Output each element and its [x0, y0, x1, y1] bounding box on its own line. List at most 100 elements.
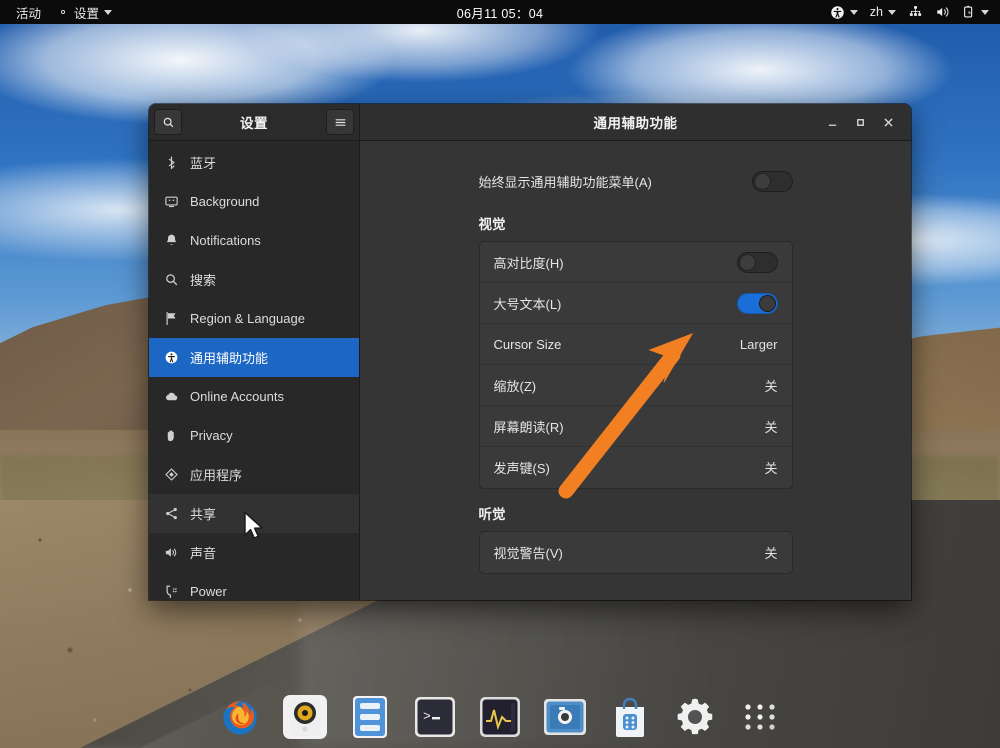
- setting-row-0-2[interactable]: Cursor SizeLarger: [480, 324, 792, 365]
- sidebar-item-3[interactable]: 搜索: [149, 260, 359, 299]
- volume-icon: [935, 5, 950, 19]
- sidebar-item-6[interactable]: Online Accounts: [149, 377, 359, 416]
- sidebar-item-label: Region & Language: [190, 311, 305, 326]
- setting-label: Cursor Size: [494, 337, 562, 352]
- chevron-down-icon: [104, 10, 112, 15]
- sidebar-item-0[interactable]: 蓝牙: [149, 143, 359, 182]
- cloud-icon: [163, 389, 179, 404]
- sidebar-item-label: 蓝牙: [190, 153, 216, 172]
- sidebar-item-2[interactable]: Notifications: [149, 221, 359, 260]
- settings-main-panel: 通用辅助功能 始终显示通用辅助功能菜单(A) 视觉高对比度(H)大号文本(L)C…: [360, 104, 911, 600]
- setting-row-0-1[interactable]: 大号文本(L): [480, 283, 792, 324]
- accessibility-icon: [830, 5, 845, 20]
- sidebar-item-11[interactable]: Power: [149, 572, 359, 600]
- chevron-down-icon: [888, 10, 896, 15]
- setting-row-0-5[interactable]: 发声键(S) 关: [480, 447, 792, 488]
- setting-value: 关: [764, 543, 777, 562]
- power-plug-icon: [163, 584, 179, 599]
- network-indicator[interactable]: [903, 0, 928, 24]
- mouse-cursor: [243, 511, 265, 541]
- sidebar-item-7[interactable]: Privacy: [149, 416, 359, 455]
- system-status-area[interactable]: zh: [825, 0, 994, 24]
- volume-indicator[interactable]: [930, 0, 955, 24]
- dock-item-software-store[interactable]: [608, 695, 652, 739]
- bluetooth-icon: [163, 155, 179, 170]
- app-menu-button[interactable]: 设置: [49, 0, 120, 24]
- section-group-1: 视觉警告(V) 关: [479, 531, 793, 574]
- dock-item-rhythmbox[interactable]: [283, 695, 327, 739]
- svg-text:>: >: [423, 709, 431, 724]
- terminal-icon: >: [413, 695, 457, 739]
- dock-item-terminal[interactable]: >: [413, 695, 457, 739]
- setting-label: 视觉警告(V): [494, 543, 563, 562]
- search-icon: [162, 116, 175, 129]
- setting-label: 缩放(Z): [494, 376, 537, 395]
- search-button[interactable]: [154, 109, 182, 135]
- setting-row-0-4[interactable]: 屏幕朗读(R)关: [480, 406, 792, 447]
- sidebar-item-label: 共享: [190, 504, 216, 523]
- hand-icon: [163, 428, 179, 443]
- minimize-button[interactable]: [825, 115, 839, 129]
- system-monitor-icon: [478, 695, 522, 739]
- sidebar-item-label: 通用辅助功能: [190, 348, 268, 367]
- screenshot-camera-icon: [543, 695, 587, 739]
- dock-item-system-monitor[interactable]: [478, 695, 522, 739]
- dock-item-files[interactable]: [348, 695, 392, 739]
- gnome-top-bar: 活动 设置 06月11 05：04: [0, 0, 1000, 24]
- setting-toggle[interactable]: [737, 293, 778, 314]
- battery-charging-icon: [962, 5, 976, 19]
- section-title-1: 听觉: [479, 503, 793, 523]
- accessibility-menu-button[interactable]: [825, 0, 863, 24]
- sidebar-item-1[interactable]: Background: [149, 182, 359, 221]
- always-show-menu-label: 始终显示通用辅助功能菜单(A): [479, 172, 652, 191]
- activities-button[interactable]: 活动: [8, 0, 49, 24]
- software-store-icon: [608, 695, 652, 739]
- show-applications-icon: [738, 695, 782, 739]
- app-menu-label: 设置: [74, 3, 99, 22]
- sidebar-item-label: 应用程序: [190, 465, 242, 484]
- dock: >: [0, 686, 1000, 748]
- maximize-button[interactable]: [853, 115, 867, 129]
- hamburger-menu-button[interactable]: [326, 109, 354, 135]
- setting-row-1-0[interactable]: 视觉警告(V) 关: [480, 532, 792, 573]
- setting-row-0-0[interactable]: 高对比度(H): [480, 242, 792, 283]
- setting-value: 关: [764, 458, 777, 477]
- keyboard-layout-button[interactable]: zh: [865, 0, 901, 24]
- gear-icon: [57, 6, 69, 18]
- keyboard-layout-label: zh: [870, 5, 883, 19]
- sidebar-header-bar: 设置: [149, 104, 359, 141]
- sidebar-item-label: Privacy: [190, 428, 233, 443]
- sidebar-item-5[interactable]: 通用辅助功能: [149, 338, 359, 377]
- dock-item-screenshot[interactable]: [543, 695, 587, 739]
- dock-item-firefox[interactable]: [218, 695, 262, 739]
- files-icon: [348, 695, 392, 739]
- sidebar-item-label: 声音: [190, 543, 216, 562]
- bell-icon: [163, 233, 179, 248]
- sound-icon: [163, 545, 179, 560]
- setting-label: 发声键(S): [494, 458, 550, 477]
- sidebar-item-label: Notifications: [190, 233, 261, 248]
- flag-icon: [163, 311, 179, 326]
- accessibility-icon: [163, 350, 179, 365]
- accessibility-settings-body: 始终显示通用辅助功能菜单(A) 视觉高对比度(H)大号文本(L)Cursor S…: [360, 141, 911, 600]
- setting-toggle[interactable]: [737, 252, 778, 273]
- dock-item-show-applications[interactable]: [738, 695, 782, 739]
- sidebar-item-label: Power: [190, 584, 227, 599]
- chevron-down-icon: [981, 10, 989, 15]
- battery-indicator[interactable]: [957, 0, 994, 24]
- sidebar-item-label: Background: [190, 194, 259, 209]
- dock-item-settings[interactable]: [673, 695, 717, 739]
- setting-label: 大号文本(L): [494, 294, 562, 313]
- always-show-menu-row[interactable]: 始终显示通用辅助功能菜单(A): [479, 159, 793, 199]
- sidebar-item-8[interactable]: 应用程序: [149, 455, 359, 494]
- close-button[interactable]: [881, 115, 895, 129]
- setting-value: 关: [764, 376, 777, 395]
- setting-value: 关: [764, 417, 777, 436]
- sidebar-item-4[interactable]: Region & Language: [149, 299, 359, 338]
- chevron-down-icon: [850, 10, 858, 15]
- clock-label[interactable]: 06月11 05：04: [457, 3, 543, 22]
- rhythmbox-icon: [283, 695, 327, 739]
- always-show-menu-toggle[interactable]: [752, 171, 793, 192]
- search-icon: [163, 272, 179, 287]
- setting-row-0-3[interactable]: 缩放(Z) 关: [480, 365, 792, 406]
